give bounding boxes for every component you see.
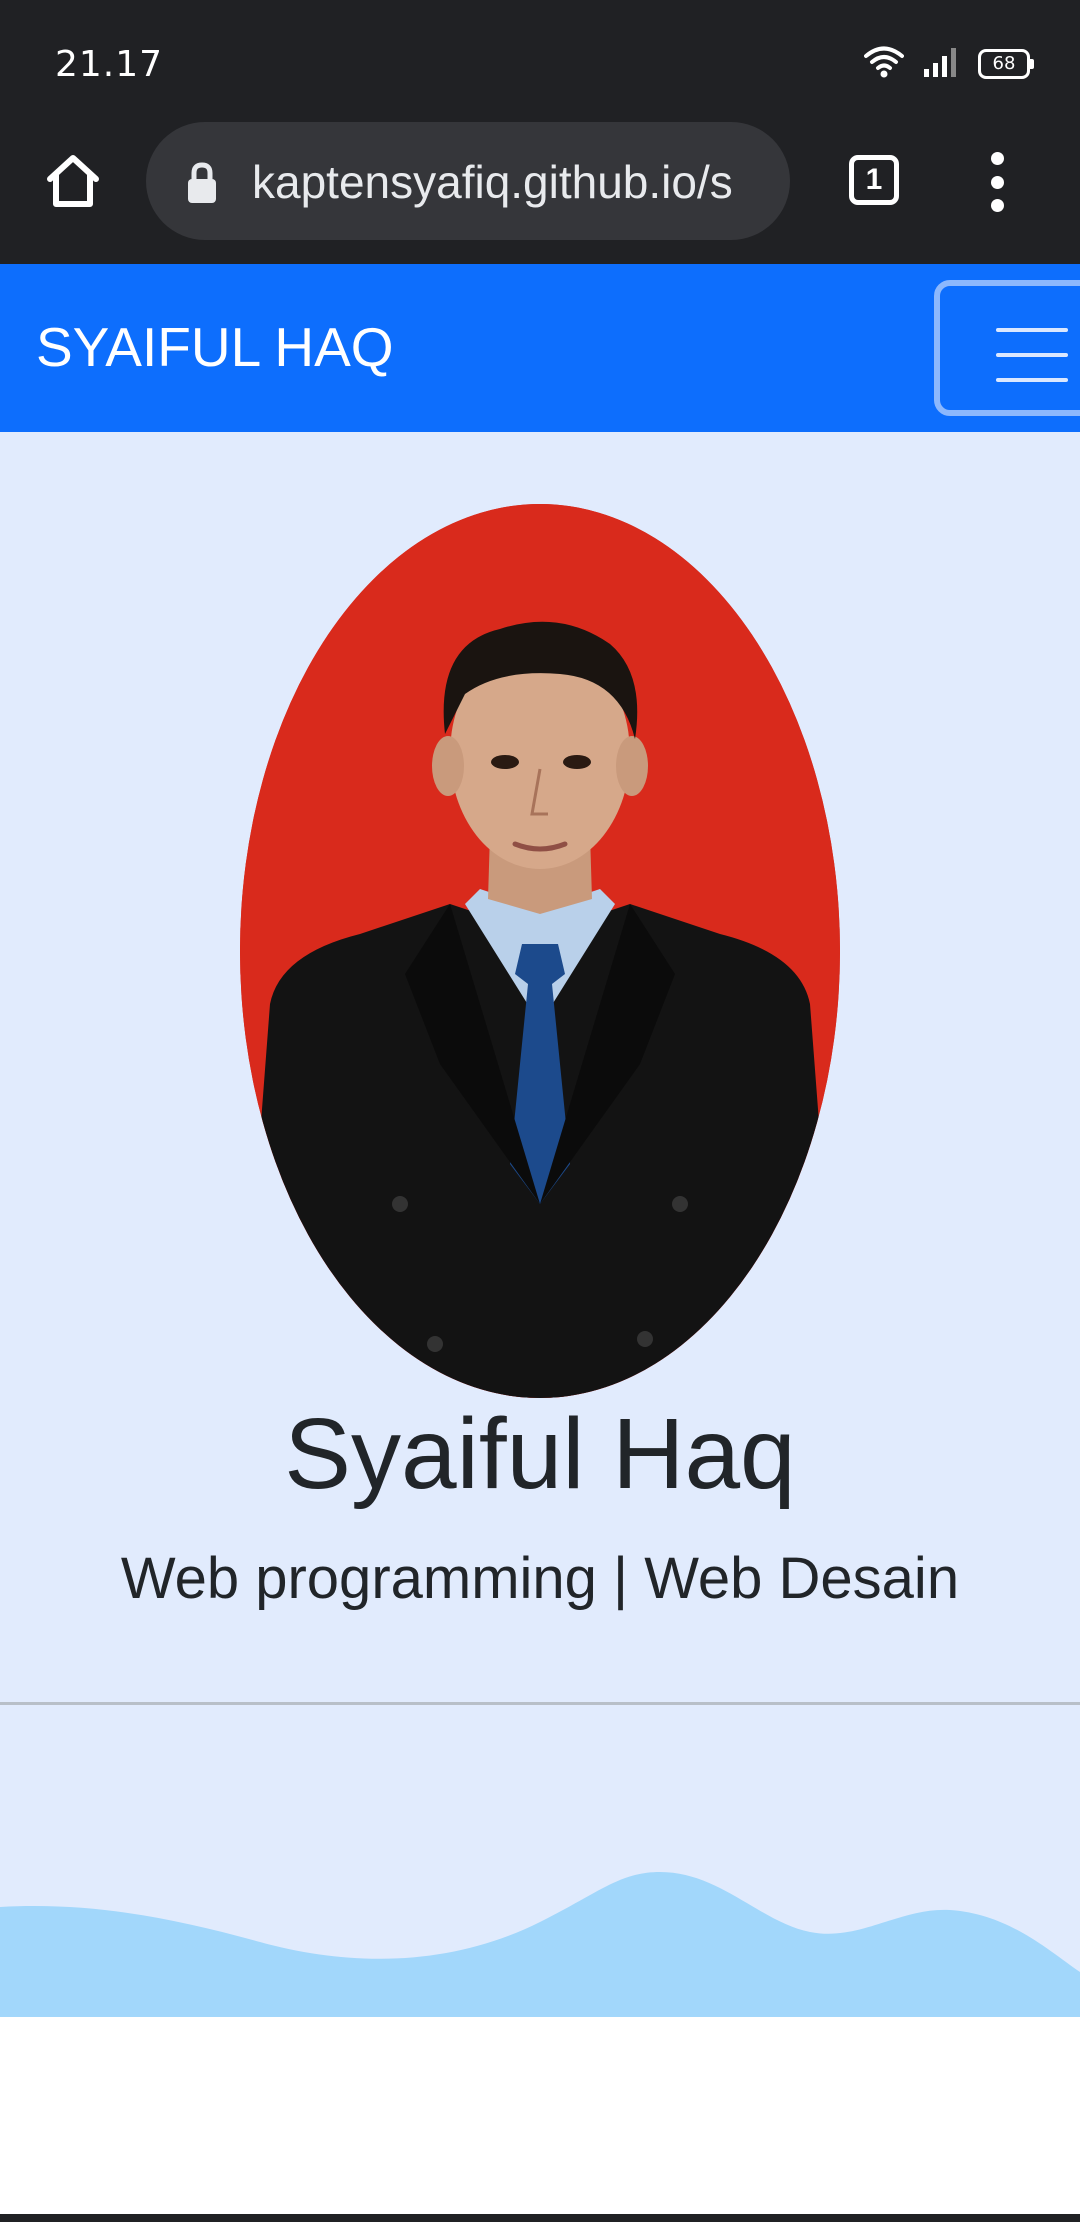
profile-photo xyxy=(240,504,840,1398)
signal-icon xyxy=(922,46,960,83)
status-icons: 68 xyxy=(864,44,1034,84)
home-icon xyxy=(44,152,102,215)
wave-decoration xyxy=(0,1872,1080,2017)
divider xyxy=(0,1702,1080,1705)
hero-name: Syaiful Haq xyxy=(284,1398,796,1510)
battery-icon: 68 xyxy=(978,49,1034,79)
more-vert-icon[interactable] xyxy=(982,152,1012,212)
hero-subtitle: Web programming | Web Desain xyxy=(120,1546,960,1611)
hamburger-menu-icon xyxy=(996,328,1068,382)
page-bottom xyxy=(0,2017,1080,2215)
hero-section: Syaiful Haq Web programming | Web Desain xyxy=(0,432,1080,2017)
home-button[interactable] xyxy=(38,148,108,218)
url-text[interactable]: kaptensyafiq.github.io/s xyxy=(252,154,772,210)
address-bar[interactable]: kaptensyafiq.github.io/s xyxy=(146,122,790,240)
navbar-brand[interactable]: SYAIFUL HAQ xyxy=(36,314,394,380)
browser-toolbar: kaptensyafiq.github.io/s 1 xyxy=(0,122,1080,264)
navbar-toggler-button[interactable] xyxy=(934,280,1080,416)
lock-icon xyxy=(186,162,218,209)
status-bar: 21.17 68 xyxy=(0,0,1080,122)
site-navbar: SYAIFUL HAQ xyxy=(0,264,1080,432)
bottom-edge xyxy=(0,2214,1080,2222)
wifi-icon xyxy=(864,45,904,84)
status-time: 21.17 xyxy=(55,44,164,85)
tab-switcher-button[interactable]: 1 xyxy=(849,155,899,205)
